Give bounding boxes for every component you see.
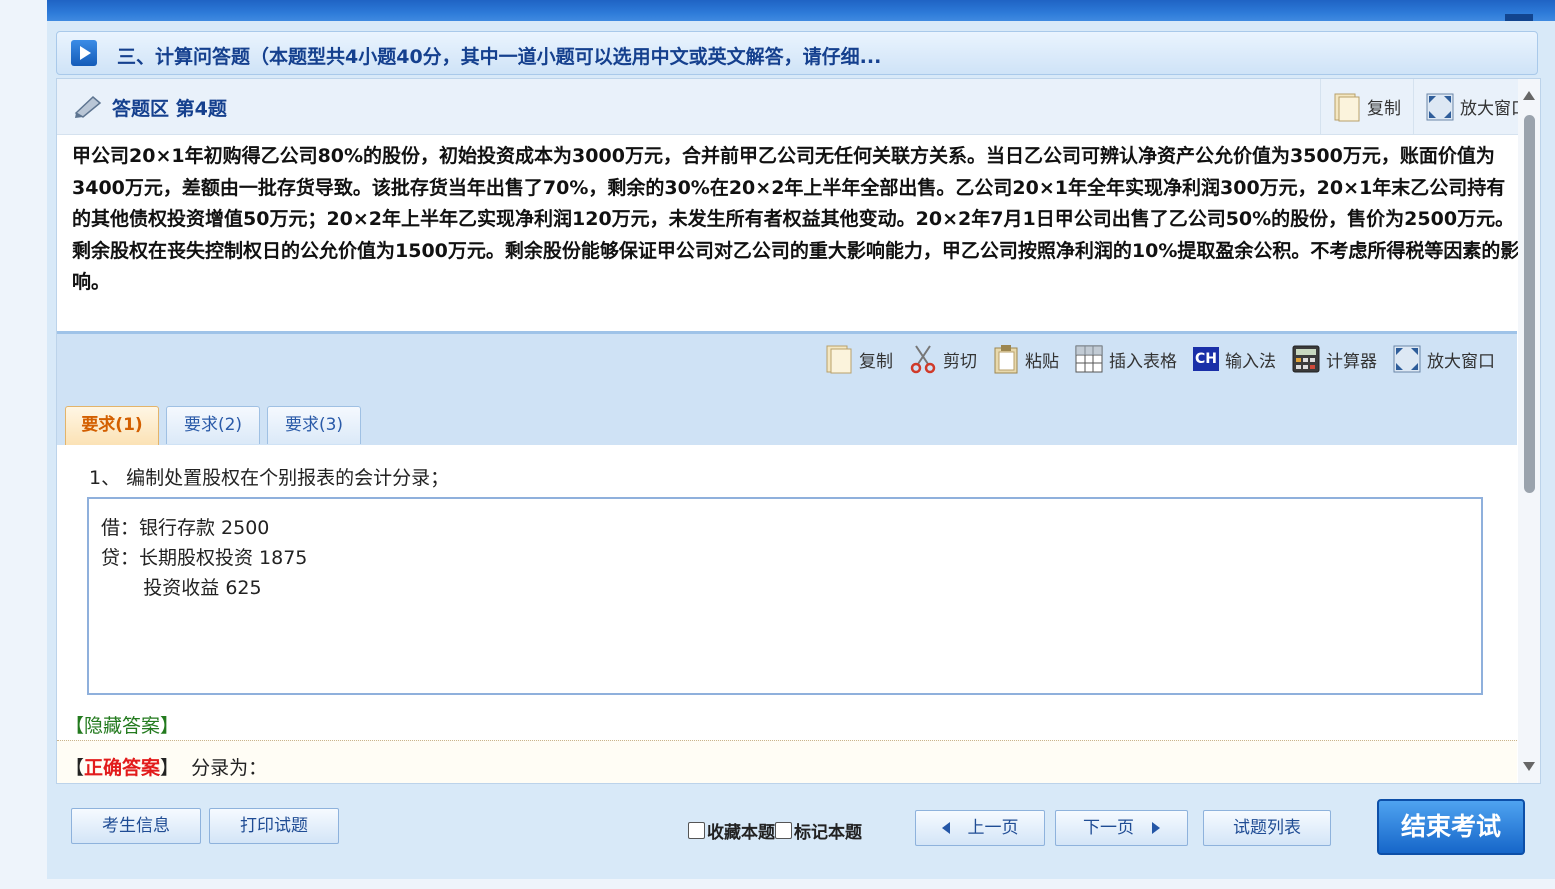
play-icon [71, 40, 97, 66]
calculator-label: 计算器 [1326, 351, 1377, 372]
correct-answer-text: 分录为： [191, 757, 268, 779]
question-list-button[interactable]: 试题列表 [1203, 810, 1331, 846]
answer-line: 借：银行存款 2500 [101, 517, 270, 539]
copy-question-button[interactable]: 复制 [1320, 79, 1413, 134]
question-header-tools: 复制 放大窗口 [1320, 79, 1540, 134]
mark-checkbox[interactable] [775, 822, 792, 839]
answer-area-title: 答题区 第4题 [112, 98, 227, 120]
enlarge-editor-label: 放大窗口 [1427, 351, 1495, 372]
bracket-close: 】 [160, 757, 180, 779]
answer-line: 投资收益 625 [101, 577, 262, 599]
scroll-down-arrow-icon[interactable] [1523, 762, 1535, 771]
answer-line: 贷：长期股权投资 1875 [101, 547, 308, 569]
input-method-icon: CH [1193, 347, 1219, 371]
scissors-icon [910, 345, 936, 374]
section-header: 三、计算问答题（本题型共4小题40分，其中一道小题可以选用中文或英文解答，请仔细… [56, 31, 1538, 75]
footer-bar: 考生信息 打印试题 收藏本题 标记本题 上一页 下一页 试题列表 结束考试 [47, 784, 1555, 879]
calculator-button[interactable]: 计算器 [1292, 340, 1377, 378]
print-question-button[interactable]: 打印试题 [209, 808, 339, 844]
copy-button[interactable]: 复制 [825, 340, 893, 378]
calculator-icon [1292, 345, 1320, 373]
tab-requirement-3[interactable]: 要求(3) [267, 406, 361, 444]
exam-window: 三、计算问答题（本题型共4小题40分，其中一道小题可以选用中文或英文解答，请仔细… [47, 0, 1555, 879]
copy-icon [826, 345, 852, 374]
question-panel: 答题区 第4题 复制 放大窗口 甲公司20×1年初购得乙公司80%的股份，初始投… [56, 78, 1541, 784]
correct-answer-label: 【正确答案】 分录为： [65, 753, 267, 780]
requirement-text: 1、 编制处置股权在个别报表的会计分录； [89, 467, 450, 489]
insert-table-button[interactable]: 插入表格 [1075, 340, 1177, 378]
paste-label: 粘贴 [1025, 351, 1059, 372]
clipboard-icon [994, 345, 1018, 374]
panel-scrollbar[interactable] [1518, 79, 1540, 783]
correct-answer-row: 【正确答案】 分录为： [57, 740, 1517, 783]
tab-requirement-1[interactable]: 要求(1) [65, 406, 159, 445]
section-title: 三、计算问答题（本题型共4小题40分，其中一道小题可以选用中文或英文解答，请仔细… [117, 46, 882, 68]
scroll-thumb[interactable] [1524, 115, 1535, 493]
table-icon [1075, 345, 1103, 373]
answer-textarea[interactable]: 借：银行存款 2500 贷：长期股权投资 1875 投资收益 625 [87, 497, 1483, 695]
end-exam-button[interactable]: 结束考试 [1377, 799, 1525, 855]
prev-page-label: 上一页 [967, 818, 1019, 838]
question-text: 甲公司20×1年初购得乙公司80%的股份，初始投资成本为3000万元，合并前甲乙… [72, 145, 1520, 293]
bracket-open: 【 [65, 757, 85, 779]
paste-button[interactable]: 粘贴 [993, 340, 1059, 378]
enlarge-icon [1393, 345, 1421, 373]
copy-icon [1334, 93, 1360, 121]
enlarge-editor-button[interactable]: 放大窗口 [1393, 340, 1495, 378]
tab-requirement-2[interactable]: 要求(2) [166, 406, 260, 444]
next-page-label: 下一页 [1083, 818, 1134, 838]
question-options: 收藏本题 标记本题 [688, 818, 862, 843]
input-method-label: 输入法 [1225, 351, 1276, 372]
next-page-button[interactable]: 下一页 [1055, 810, 1188, 846]
cut-button[interactable]: 剪切 [909, 340, 977, 378]
insert-table-label: 插入表格 [1109, 351, 1177, 372]
candidate-info-button[interactable]: 考生信息 [71, 808, 201, 844]
top-banner [47, 0, 1555, 21]
pen-icon [74, 95, 102, 118]
question-header: 答题区 第4题 复制 放大窗口 [57, 79, 1540, 135]
cut-label: 剪切 [943, 351, 977, 372]
input-method-button[interactable]: CH 输入法 [1193, 340, 1276, 378]
copy-question-label: 复制 [1367, 99, 1401, 119]
mark-label: 标记本题 [794, 823, 862, 843]
enlarge-icon [1426, 93, 1454, 120]
arrow-left-icon [941, 822, 950, 834]
requirement-tabs: 要求(1) 要求(2) 要求(3) [57, 387, 1517, 445]
bookmark-checkbox[interactable] [688, 822, 705, 839]
scroll-up-arrow-icon[interactable] [1523, 91, 1535, 100]
correct-answer-title: 正确答案 [84, 757, 161, 779]
bookmark-label: 收藏本题 [707, 823, 775, 843]
copy-label: 复制 [859, 351, 893, 372]
editor-toolbar: 复制 剪切 粘贴 插入表格 CH 输入法 计算器 放大窗口 [57, 331, 1517, 390]
prev-page-button[interactable]: 上一页 [915, 810, 1045, 846]
hide-answer-link[interactable]: 【隐藏答案】 [65, 711, 179, 738]
arrow-right-icon [1152, 822, 1160, 834]
